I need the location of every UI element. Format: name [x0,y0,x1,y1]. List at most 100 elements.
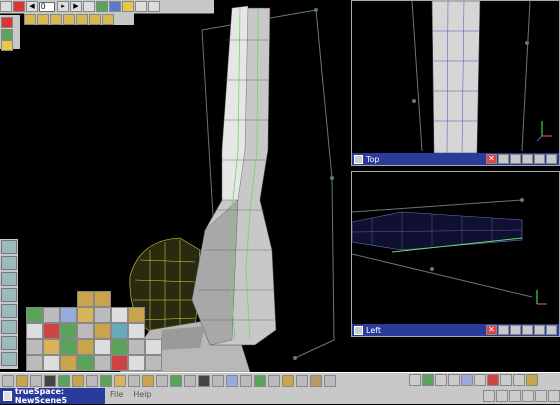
left-view-titlebar[interactable]: Left ✕ [352,324,559,336]
tool-button[interactable] [16,375,28,387]
color-yellow-button[interactable] [1,40,13,51]
rewind-button[interactable]: ◀ [26,1,38,12]
tool-button[interactable] [170,375,182,387]
tool-button[interactable] [94,291,111,307]
menu-file[interactable]: File [110,390,123,399]
record-icon[interactable] [0,1,12,12]
view-option-button[interactable] [546,154,557,164]
tool-button[interactable] [72,375,84,387]
tool-button[interactable] [77,355,94,371]
tool-button[interactable] [43,307,60,323]
view-tool-button[interactable] [513,374,525,386]
mode-button-7[interactable] [102,13,114,25]
app-title-bar[interactable]: trueSpace: NewScene5 [0,387,105,405]
material-button[interactable] [109,1,121,12]
tool-button[interactable] [128,375,140,387]
status-button[interactable] [509,390,521,402]
view-option-button[interactable] [498,325,509,335]
tool-button[interactable] [296,375,308,387]
view-tool-button[interactable] [409,374,421,386]
tool-button[interactable] [94,323,111,339]
status-button[interactable] [535,390,547,402]
tool-button[interactable] [58,375,70,387]
status-button[interactable] [483,390,495,402]
tool-button[interactable] [60,307,77,323]
tool-button[interactable] [77,307,94,323]
tool-button[interactable] [254,375,266,387]
play-button[interactable]: ▶ [70,1,82,12]
status-button[interactable] [522,390,534,402]
view-option-button[interactable] [522,325,533,335]
tool-button[interactable] [145,339,162,355]
tool-button[interactable] [100,375,112,387]
view-option-button[interactable] [546,325,557,335]
tool-button[interactable] [43,355,60,371]
tool-button[interactable] [30,375,42,387]
tool-button[interactable] [86,375,98,387]
step-button[interactable]: ▸ [57,1,69,12]
mode-button-2[interactable] [37,13,49,25]
tool-button[interactable] [26,339,43,355]
view-tool-button[interactable] [448,374,460,386]
tool-button[interactable] [26,307,43,323]
tool-button[interactable] [184,375,196,387]
tool-button[interactable] [324,375,336,387]
tool-button[interactable] [145,355,162,371]
camera-button[interactable] [135,1,147,12]
tool-button[interactable] [282,375,294,387]
view-tool-button[interactable] [422,374,434,386]
tool-button[interactable] [2,375,14,387]
tool-button[interactable] [44,375,56,387]
view-tool-button[interactable] [474,374,486,386]
view-tool-button[interactable] [526,374,538,386]
color-red-button[interactable] [1,17,13,28]
mode-button-3[interactable] [50,13,62,25]
view-option-button[interactable] [510,325,521,335]
tool-button[interactable] [43,339,60,355]
view-tool-button[interactable] [435,374,447,386]
mode-button-6[interactable] [89,13,101,25]
palette-button[interactable] [1,304,17,318]
view-tool-button[interactable] [500,374,512,386]
tool-button[interactable] [111,339,128,355]
tool-button[interactable] [128,323,145,339]
status-button[interactable] [548,390,560,402]
view-option-button[interactable] [522,154,533,164]
status-button[interactable] [496,390,508,402]
mode-button-1[interactable] [24,13,36,25]
palette-button[interactable] [1,288,17,302]
palette-button[interactable] [1,240,17,254]
tool-button[interactable] [111,307,128,323]
tool-button[interactable] [128,355,145,371]
tool-button[interactable] [198,375,210,387]
palette-button[interactable] [1,336,17,350]
view-option-button[interactable] [534,154,545,164]
tool-button[interactable] [60,339,77,355]
timeline-button[interactable] [83,1,95,12]
tool-button[interactable] [111,355,128,371]
view-option-button[interactable] [534,325,545,335]
tool-button[interactable] [128,307,145,323]
top-viewport[interactable]: Top ✕ [351,0,560,166]
frame-number-field[interactable] [39,1,55,12]
tool-button[interactable] [26,355,43,371]
palette-button[interactable] [1,352,17,366]
path-tool-button[interactable] [96,1,108,12]
view-option-button[interactable] [510,154,521,164]
tool-button[interactable] [26,323,43,339]
record-button[interactable] [13,1,25,12]
close-icon[interactable]: ✕ [486,154,497,164]
top-view-titlebar[interactable]: Top ✕ [352,153,559,165]
tool-button[interactable] [77,291,94,307]
left-viewport[interactable]: Left ✕ [351,171,560,337]
tool-button[interactable] [111,323,128,339]
palette-button[interactable] [1,320,17,334]
tool-button[interactable] [128,339,145,355]
view-option-button[interactable] [498,154,509,164]
tool-button[interactable] [212,375,224,387]
tool-button[interactable] [94,339,111,355]
tool-button[interactable] [43,323,60,339]
tool-button[interactable] [114,375,126,387]
tool-button[interactable] [310,375,322,387]
light-button[interactable] [122,1,134,12]
